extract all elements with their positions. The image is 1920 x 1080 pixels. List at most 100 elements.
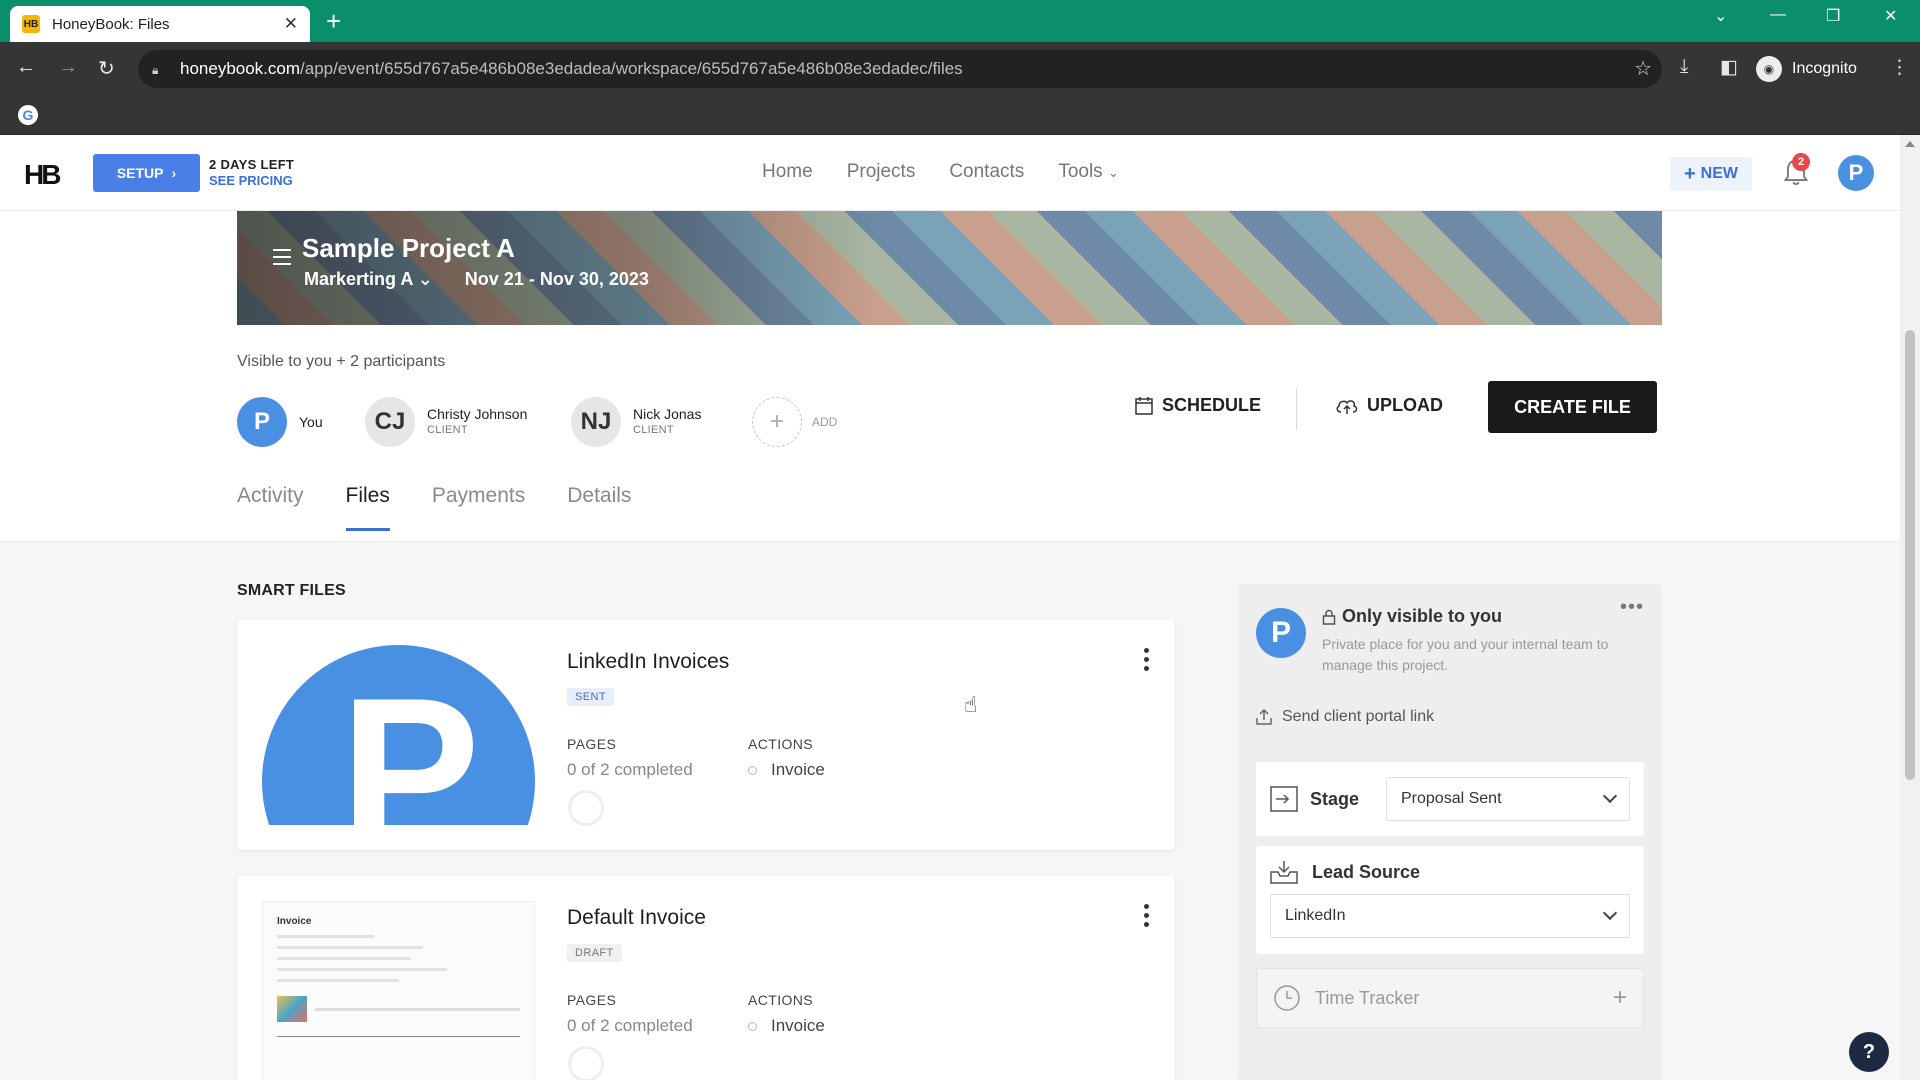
avatar[interactable]: P [1838, 155, 1874, 191]
tab-title: HoneyBook: Files [52, 15, 170, 33]
nav-contacts[interactable]: Contacts [949, 161, 1024, 183]
lead-source-select[interactable]: LinkedIn [1270, 894, 1630, 938]
add-participant[interactable]: + ADD [752, 397, 837, 447]
app-header: HB SETUP › 2 DAYS LEFT SEE PRICING Home … [0, 135, 1900, 211]
lock-icon [1322, 609, 1336, 625]
chevron-right-icon: › [171, 165, 177, 181]
nav-tools[interactable]: Tools ⌄ [1058, 161, 1119, 183]
tab-files[interactable]: Files [345, 484, 390, 531]
chrome-menu-icon[interactable]: ⋮ [1890, 56, 1909, 79]
new-button[interactable]: + NEW [1670, 157, 1752, 191]
scroll-up-arrow-icon[interactable] [1905, 141, 1915, 147]
inbox-download-icon [1270, 861, 1298, 884]
more-horizontal-icon[interactable]: ••• [1620, 596, 1644, 619]
honeybook-favicon-icon: HB [22, 15, 40, 33]
upload-label: UPLOAD [1367, 395, 1443, 415]
stage-label: Stage [1310, 788, 1360, 809]
tab-details[interactable]: Details [567, 484, 631, 531]
download-icon[interactable]: ⤓ [1680, 56, 1688, 78]
browser-tab[interactable]: HB HoneyBook: Files ✕ [10, 6, 310, 42]
restore-icon[interactable]: ❐ [1826, 6, 1840, 26]
participant-nick[interactable]: NJ Nick Jonas CLIENT [571, 397, 701, 447]
visibility-text: Visible to you + 2 participants [237, 353, 446, 370]
progress-ring [568, 1046, 604, 1080]
pages-label: PAGES [567, 992, 617, 1008]
setup-label: SETUP [116, 165, 164, 181]
file-card-linkedin-invoices[interactable]: P LinkedIn Invoices SENT PAGES 0 of 2 co… [237, 620, 1175, 850]
minimize-icon[interactable]: — [1770, 6, 1786, 24]
tab-payments[interactable]: Payments [432, 484, 525, 531]
file-title[interactable]: LinkedIn Invoices [567, 650, 729, 674]
participant-role: CLIENT [633, 424, 674, 436]
calendar-icon [1135, 396, 1153, 415]
honeybook-logo[interactable]: HB [24, 159, 61, 191]
company-selector[interactable]: Markerting A ⌄ [304, 269, 433, 290]
divider [1296, 388, 1297, 430]
incognito-profile[interactable]: ◉ Incognito [1756, 52, 1857, 86]
thumbnail-item [277, 996, 520, 1022]
chevron-down-icon: ⌄ [417, 269, 433, 289]
side-panel-icon[interactable]: ◧ [1720, 56, 1738, 79]
address-bar-row: ← → ↻ 🔒︎ honeybook.com/app/event/655d767… [0, 42, 1920, 96]
thumbnail-line [277, 1036, 520, 1037]
progress-ring [568, 790, 604, 826]
forward-arrow-icon[interactable]: → [58, 56, 78, 79]
hamburger-menu-icon[interactable] [273, 249, 291, 270]
chevron-down-icon [1602, 788, 1618, 804]
section-title: SMART FILES [237, 582, 346, 599]
main-nav: Home Projects Contacts Tools ⌄ [762, 161, 1119, 183]
schedule-label: SCHEDULE [1162, 395, 1262, 415]
url-text: honeybook.com/app/event/655d767a5e486b08… [180, 59, 963, 78]
time-tracker-box[interactable]: Time Tracker + [1256, 968, 1644, 1028]
back-arrow-icon[interactable]: ← [16, 56, 36, 79]
status-dot-icon [748, 1022, 757, 1032]
project-title: Sample Project A [302, 233, 515, 263]
project-dates[interactable]: Nov 21 - Nov 30, 2023 [465, 269, 649, 290]
schedule-button[interactable]: SCHEDULE [1134, 395, 1261, 416]
thumbnail-letter: P [340, 654, 481, 826]
bookmark-star-icon[interactable]: ☆ [1634, 56, 1652, 81]
upload-button[interactable]: UPLOAD [1335, 395, 1443, 416]
close-icon[interactable]: ✕ [284, 14, 298, 34]
plus-icon[interactable]: + [1613, 984, 1627, 1012]
scroll-thumb[interactable] [1905, 330, 1915, 780]
create-file-button[interactable]: CREATE FILE [1488, 381, 1657, 433]
window-close-icon[interactable]: ✕ [1884, 6, 1897, 26]
trial-info: 2 DAYS LEFT SEE PRICING [209, 157, 294, 189]
lead-source-label: Lead Source [1312, 861, 1421, 882]
tab-search-chevron-icon[interactable]: ⌄ [1714, 6, 1727, 26]
more-options-icon[interactable] [1141, 648, 1151, 675]
tab-activity[interactable]: Activity [237, 484, 304, 531]
invoice-thumbnail[interactable]: Invoice [262, 901, 535, 1080]
send-portal-link[interactable]: Send client portal link [1256, 708, 1434, 726]
nav-projects[interactable]: Projects [847, 161, 916, 183]
action-item[interactable]: Invoice [748, 1016, 825, 1036]
file-thumbnail[interactable]: P [262, 645, 535, 825]
address-bar[interactable]: 🔒︎ honeybook.com/app/event/655d767a5e486… [138, 50, 1662, 88]
participant-name: Christy Johnson [427, 406, 528, 422]
avatar: CJ [365, 397, 415, 447]
thumbnail-line [277, 946, 423, 949]
reload-icon[interactable]: ↻ [98, 56, 115, 81]
more-options-icon[interactable] [1141, 904, 1151, 931]
incognito-icon: ◉ [1756, 56, 1782, 82]
participant-christy[interactable]: CJ Christy Johnson CLIENT [365, 397, 527, 447]
participant-name: You [299, 414, 323, 430]
google-icon[interactable]: G [18, 105, 38, 125]
file-card-default-invoice[interactable]: Invoice Default Invoice DRAFT PAGES 0 of… [237, 876, 1175, 1080]
plus-icon[interactable]: + [752, 397, 802, 447]
stage-select[interactable]: Proposal Sent [1386, 777, 1630, 821]
see-pricing-link[interactable]: SEE PRICING [209, 173, 294, 189]
nav-home[interactable]: Home [762, 161, 813, 183]
action-item[interactable]: Invoice [748, 760, 825, 780]
pages-label: PAGES [567, 736, 617, 752]
file-title[interactable]: Default Invoice [567, 906, 706, 930]
new-tab-icon[interactable]: + [326, 8, 341, 34]
page-scrollbar[interactable] [1900, 135, 1920, 1080]
help-button[interactable]: ? [1849, 1032, 1889, 1072]
participant-you[interactable]: P You [237, 397, 323, 447]
plus-icon: + [1683, 162, 1696, 185]
cloud-upload-icon [1336, 399, 1358, 414]
setup-button[interactable]: SETUP › [93, 154, 200, 192]
bookmarks-bar: G [0, 96, 1920, 135]
